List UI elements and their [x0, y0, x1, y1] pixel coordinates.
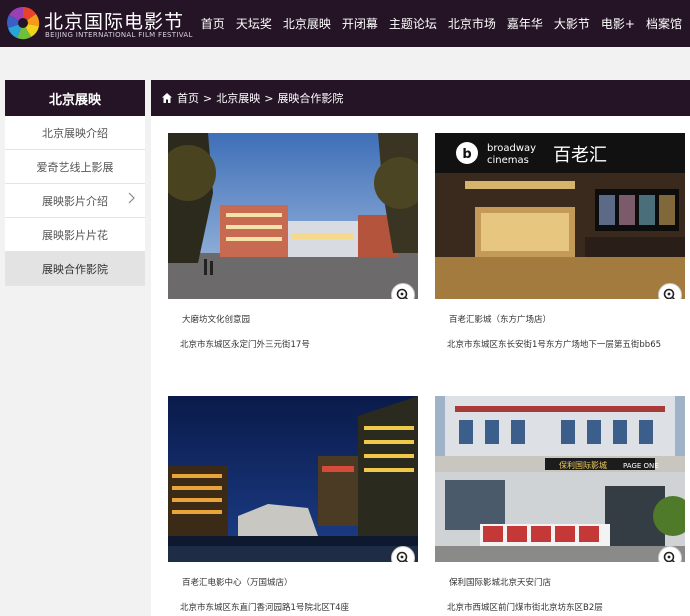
broadway-sign-cn: 百老汇	[553, 145, 607, 166]
sidebar-item-label: 展映影片介绍	[42, 194, 108, 208]
cinema-name[interactable]: 百老汇电影中心（万国城店）	[168, 576, 418, 588]
sidebar-item-trailers[interactable]: 展映影片片花	[5, 218, 145, 252]
sidebar-item-label: 展映合作影院	[42, 262, 108, 276]
header-gap	[0, 47, 690, 80]
breadcrumb-section[interactable]: 北京展映	[216, 90, 260, 106]
logo-title-en: BEIJING INTERNATIONAL FILM FESTIVAL	[45, 31, 193, 39]
poly-sign-en: PAGE ONE	[623, 462, 659, 470]
breadcrumb: 首页 > 北京展映 > 展映合作影院	[151, 80, 690, 116]
poly-sign-text: 保利国际影城	[559, 460, 607, 470]
nav-item-market[interactable]: 北京市场	[448, 15, 496, 32]
svg-text:b: b	[462, 147, 471, 162]
nav-item-archive[interactable]: 档案馆	[646, 15, 682, 32]
cinema-address: 北京市东城区东长安街1号东方广场地下一层第五街bb65	[447, 340, 662, 350]
sidebar-item-label: 展映影片片花	[42, 228, 108, 242]
cinema-name[interactable]: 大磨坊文化创意园	[168, 313, 418, 325]
sidebar-item-cinemas[interactable]: 展映合作影院	[5, 252, 145, 286]
sidebar-item-intro[interactable]: 北京展映介绍	[5, 116, 145, 150]
broadway-sign-text: broadway	[487, 143, 536, 154]
main-content: 首页 > 北京展映 > 展映合作影院 大磨坊文化创意园 北京市东城区永定门外三元…	[151, 80, 690, 616]
cinema-photo[interactable]	[168, 133, 418, 299]
breadcrumb-home[interactable]: 首页	[177, 90, 199, 106]
breadcrumb-current: 展映合作影院	[277, 92, 344, 105]
nav-item-student-festival[interactable]: 大影节	[554, 15, 590, 32]
festival-logo-icon[interactable]	[6, 6, 40, 40]
broadway-sign-text-2: cinemas	[487, 155, 529, 166]
site-header: 北京国际电影节 BEIJING INTERNATIONAL FILM FESTI…	[0, 0, 690, 47]
cinema-card[interactable]: 保利国际影城 PAGE ONE 保利国际影城北京天安门店 北京市西城区前门煤市街…	[435, 396, 685, 613]
home-icon	[162, 93, 172, 103]
sidebar-item-films[interactable]: 展映影片介绍	[5, 184, 145, 218]
cinema-photo[interactable]: 保利国际影城 PAGE ONE	[435, 396, 685, 562]
cinema-name[interactable]: 保利国际影城北京天安门店	[435, 576, 685, 588]
cinema-address: 北京市东城区东直门香河园路1号院北区T4座	[180, 603, 350, 613]
sidebar-item-label: 爱奇艺线上影展	[36, 160, 114, 174]
cinema-address: 北京市东城区永定门外三元街17号	[180, 340, 310, 350]
nav-item-forum[interactable]: 主题论坛	[389, 15, 437, 32]
sidebar: 北京展映 北京展映介绍 爱奇艺线上影展 展映影片介绍 展映影片片花 展映合作影院	[5, 80, 145, 286]
cinema-card[interactable]: b broadway cinemas 百老汇 百老汇影城（东方广场店） 北京市东…	[435, 133, 685, 350]
cinema-card[interactable]: 百老汇电影中心（万国城店） 北京市东城区东直门香河园路1号院北区T4座	[168, 396, 418, 613]
cinema-address: 北京市西城区前门煤市街北京坊东区B2层	[447, 603, 603, 613]
sidebar-item-iqiyi[interactable]: 爱奇艺线上影展	[5, 150, 145, 184]
nav-item-carnival[interactable]: 嘉年华	[507, 15, 543, 32]
cinema-photo[interactable]: b broadway cinemas 百老汇	[435, 133, 685, 299]
main-nav: 首页 天坛奖 北京展映 开闭幕 主题论坛 北京市场 嘉年华 大影节 电影+ 档案…	[190, 0, 682, 47]
cinema-card[interactable]: 大磨坊文化创意园 北京市东城区永定门外三元街17号	[168, 133, 418, 350]
cinema-photo[interactable]	[168, 396, 418, 562]
cinema-name[interactable]: 百老汇影城（东方广场店）	[435, 313, 685, 325]
sidebar-title: 北京展映	[5, 80, 145, 116]
breadcrumb-separator: >	[264, 91, 274, 105]
chevron-right-icon[interactable]	[127, 192, 135, 207]
nav-item-home[interactable]: 首页	[201, 15, 225, 32]
breadcrumb-separator: >	[203, 91, 213, 105]
nav-item-beijing-screening[interactable]: 北京展映	[283, 15, 331, 32]
logo-title-cn[interactable]: 北京国际电影节	[44, 7, 184, 34]
nav-item-tiantan-award[interactable]: 天坛奖	[236, 15, 272, 32]
sidebar-item-label: 北京展映介绍	[42, 126, 108, 140]
nav-item-opening-closing[interactable]: 开闭幕	[342, 15, 378, 32]
nav-item-film-plus[interactable]: 电影+	[601, 15, 635, 32]
